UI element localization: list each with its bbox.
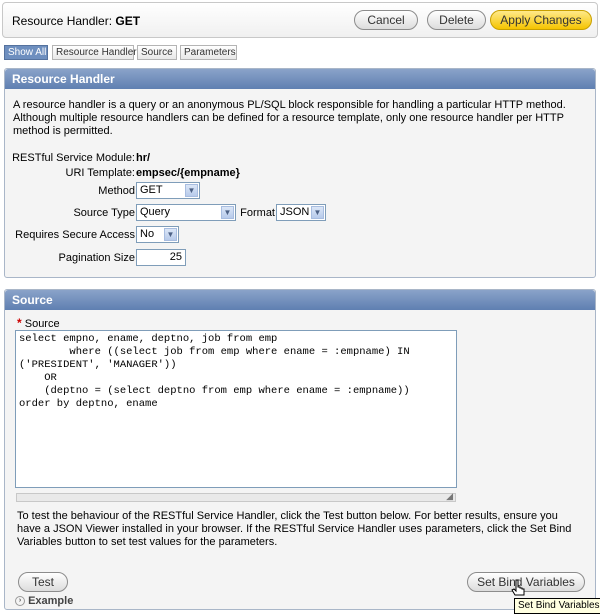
secure-access-select[interactable]: No ▼	[136, 226, 179, 243]
example-toggle[interactable]: › Example	[15, 595, 73, 607]
source-type-select[interactable]: Query ▼	[136, 204, 236, 221]
source-type-select-value: Query	[140, 206, 170, 218]
source-code-editor[interactable]: select empno, ename, deptno, job from em…	[15, 330, 457, 488]
pagination-size-label: Pagination Size	[58, 252, 135, 264]
resource-handler-heading: Resource Handler	[5, 69, 595, 89]
set-bind-variables-button[interactable]: Set Bind Variables	[467, 572, 585, 592]
format-label: Format	[240, 207, 275, 219]
source-type-label: Source Type	[73, 207, 135, 219]
test-button[interactable]: Test	[18, 572, 68, 592]
tab-source[interactable]: Source	[137, 45, 177, 60]
format-select[interactable]: JSON ▼	[276, 204, 326, 221]
method-select[interactable]: GET ▼	[136, 182, 200, 199]
collapse-arrow-icon: ›	[15, 596, 25, 607]
tab-parameters[interactable]: Parameters	[180, 45, 237, 60]
secure-access-select-value: No	[140, 228, 155, 240]
required-icon: *	[17, 316, 22, 330]
uri-template-label: URI Template:	[65, 167, 136, 179]
page-title-prefix: Resource Handler:	[12, 14, 116, 28]
module-value: hr/	[136, 152, 151, 164]
chevron-down-icon: ▼	[185, 184, 198, 197]
chevron-down-icon: ▼	[221, 206, 234, 219]
page-header: Resource Handler: GET Cancel Delete Appl…	[2, 2, 598, 38]
resource-handler-region: Resource Handler A resource handler is a…	[4, 68, 596, 278]
resize-grip[interactable]: ◢	[16, 491, 456, 502]
resize-handle-icon: ◢	[446, 491, 453, 501]
tab-show-all[interactable]: Show All	[4, 45, 48, 60]
method-label: Method	[98, 185, 135, 197]
apply-changes-button[interactable]: Apply Changes	[490, 10, 592, 30]
hand-cursor-icon	[511, 579, 525, 596]
chevron-down-icon: ▼	[164, 228, 177, 241]
source-region: Source * Source select empno, ename, dep…	[4, 289, 596, 610]
source-heading: Source	[5, 290, 595, 310]
test-help-text: To test the behaviour of the RESTful Ser…	[17, 510, 572, 548]
format-select-value: JSON	[280, 206, 310, 218]
source-label-text: Source	[24, 318, 60, 330]
pagination-size-input[interactable]: 25	[136, 249, 186, 266]
chevron-down-icon: ▼	[311, 206, 324, 219]
set-bind-variables-tooltip: Set Bind Variables	[514, 598, 600, 614]
uri-template-value: empsec/{empname}	[136, 167, 240, 179]
page-title: Resource Handler: GET	[12, 14, 140, 28]
resource-handler-description: A resource handler is a query or an anon…	[13, 99, 566, 137]
tab-resource-handler[interactable]: Resource Handler	[52, 45, 137, 60]
secure-access-label: Requires Secure Access	[15, 229, 135, 241]
method-select-value: GET	[140, 184, 163, 196]
module-label: RESTful Service Module:	[12, 152, 135, 164]
example-label: Example	[28, 595, 74, 607]
delete-button[interactable]: Delete	[427, 10, 486, 30]
cancel-button[interactable]: Cancel	[354, 10, 418, 30]
source-field-label: * Source	[17, 316, 60, 330]
page-title-method: GET	[115, 14, 141, 28]
